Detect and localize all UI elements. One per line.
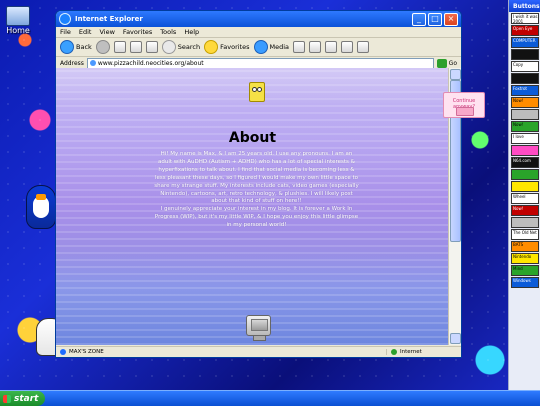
page-content: About Hi! My name is Max, & I am 25 year… [56,68,449,345]
search-button[interactable]: Search [161,40,201,54]
sidebar-badge[interactable] [511,145,539,156]
stop-icon[interactable] [113,41,126,53]
address-url: www.pizzachild.neocities.org/about [97,59,204,67]
media-icon [253,40,268,54]
sidebar-badge[interactable]: The Old Net [511,229,539,240]
status-bar: MAX'S ZONE Internet [56,346,461,357]
sidebar-badge[interactable]: Open Eye [511,25,539,36]
sidebar-badge[interactable]: Nintendo [511,253,539,264]
home-icon[interactable] [145,41,158,53]
browser-toolbar: Back Search Favorites Media [56,38,461,57]
popup-ok-button[interactable] [456,107,474,116]
sidebar-badge[interactable]: N64.com [511,157,539,168]
page-heading: About [228,130,277,146]
sidebar-badge[interactable]: Foxtrot [511,85,539,96]
badge-list: I wish it was 2001 Open Eye COMPUTER Copy Fo… [509,13,540,288]
media-button[interactable]: Media [253,40,290,54]
refresh-icon[interactable] [129,41,142,53]
page-icon [60,349,66,355]
menu-tools[interactable]: Tools [160,28,176,36]
address-input[interactable]: www.pizzachild.neocities.org/about [86,57,434,69]
desktop-icon-penguin[interactable] [26,185,56,229]
menu-edit[interactable]: Edit [79,28,92,36]
windows-logo-icon [3,394,11,403]
window-titlebar[interactable]: Internet Explorer _ □ × [56,11,461,27]
search-icon [161,40,176,54]
start-button[interactable]: start [0,391,45,406]
menubar: File Edit View Favorites Tools Help [56,27,461,38]
go-button[interactable]: Go [436,58,457,68]
sidebar-badge[interactable] [511,49,539,60]
about-paragraph: Hi! My name is Max, & I am 25 years old.… [154,151,359,229]
my-computer-icon [6,6,30,26]
back-label: Back [76,43,92,51]
menu-favorites[interactable]: Favorites [123,28,152,36]
mail-icon[interactable] [309,41,322,53]
sidebar-badge[interactable]: Mind [511,265,539,276]
taskbar: start [0,390,540,406]
media-label: Media [269,43,290,51]
sidebar-badge[interactable]: I love [511,133,539,144]
computer-monitor-icon [246,315,271,341]
desktop-icon-label: Home [6,26,30,35]
sidebar-badge[interactable]: Now! [511,121,539,132]
desktop-icon-home[interactable]: Home [6,6,30,35]
sidebar-badge[interactable] [511,169,539,180]
favorites-icon [204,40,219,54]
menu-file[interactable]: File [60,28,71,36]
menu-view[interactable]: View [99,28,114,36]
sidebar-badge[interactable] [511,217,539,228]
status-right: Internet [386,349,461,355]
spongebob-icon [249,82,265,102]
popup-dialog: Continue anyway? [443,92,485,118]
back-icon [60,40,74,54]
back-button[interactable]: Back [60,40,92,54]
sidebar-title: Buttons [509,0,540,12]
status-right-text: Internet [400,349,422,355]
forward-icon[interactable] [95,40,110,54]
close-button[interactable]: × [444,12,458,26]
status-left-text: MAX'S ZONE [69,349,104,355]
sidebar-badge[interactable]: Now! [511,97,539,108]
search-label: Search [177,43,201,51]
favorites-label: Favorites [220,43,250,51]
address-label: Address [60,59,84,67]
sidebar-badge[interactable]: Copy [511,61,539,72]
sidebar-badge[interactable]: COMPUTER [511,37,539,48]
penguin-icon [26,185,56,229]
window-title: Internet Explorer [75,15,143,23]
sidebar-badge[interactable] [511,109,539,120]
go-label: Go [448,59,457,67]
scroll-down-icon[interactable] [450,333,461,344]
minimize-button[interactable]: _ [412,12,426,26]
scroll-up-icon[interactable] [450,69,461,80]
sidebar-badge[interactable]: Now! [511,205,539,216]
history-icon[interactable] [293,41,306,53]
sidebar-badge[interactable]: BATS [511,241,539,252]
browser-window: Internet Explorer _ □ × File Edit View F… [55,10,462,358]
start-label: start [14,393,39,404]
folder-icon[interactable] [357,41,370,53]
sidebar-badge[interactable]: Windows [511,277,539,288]
status-left: MAX'S ZONE [56,349,386,355]
favorites-button[interactable]: Favorites [204,40,250,54]
buttons-sidebar: Buttons I wish it was 2001 Open Eye COMPUT… [508,0,540,395]
maximize-button[interactable]: □ [428,12,442,26]
sidebar-badge[interactable] [511,73,539,84]
internet-zone-icon [391,349,397,355]
menu-help[interactable]: Help [184,28,199,36]
print-icon[interactable] [325,41,338,53]
go-arrow-icon [436,58,447,68]
sidebar-badge[interactable]: I wish it was 2001 [511,13,539,24]
edit-icon[interactable] [341,41,354,53]
sidebar-badge[interactable] [511,181,539,192]
internet-explorer-icon [59,13,71,25]
sidebar-badge[interactable]: Wheel [511,193,539,204]
